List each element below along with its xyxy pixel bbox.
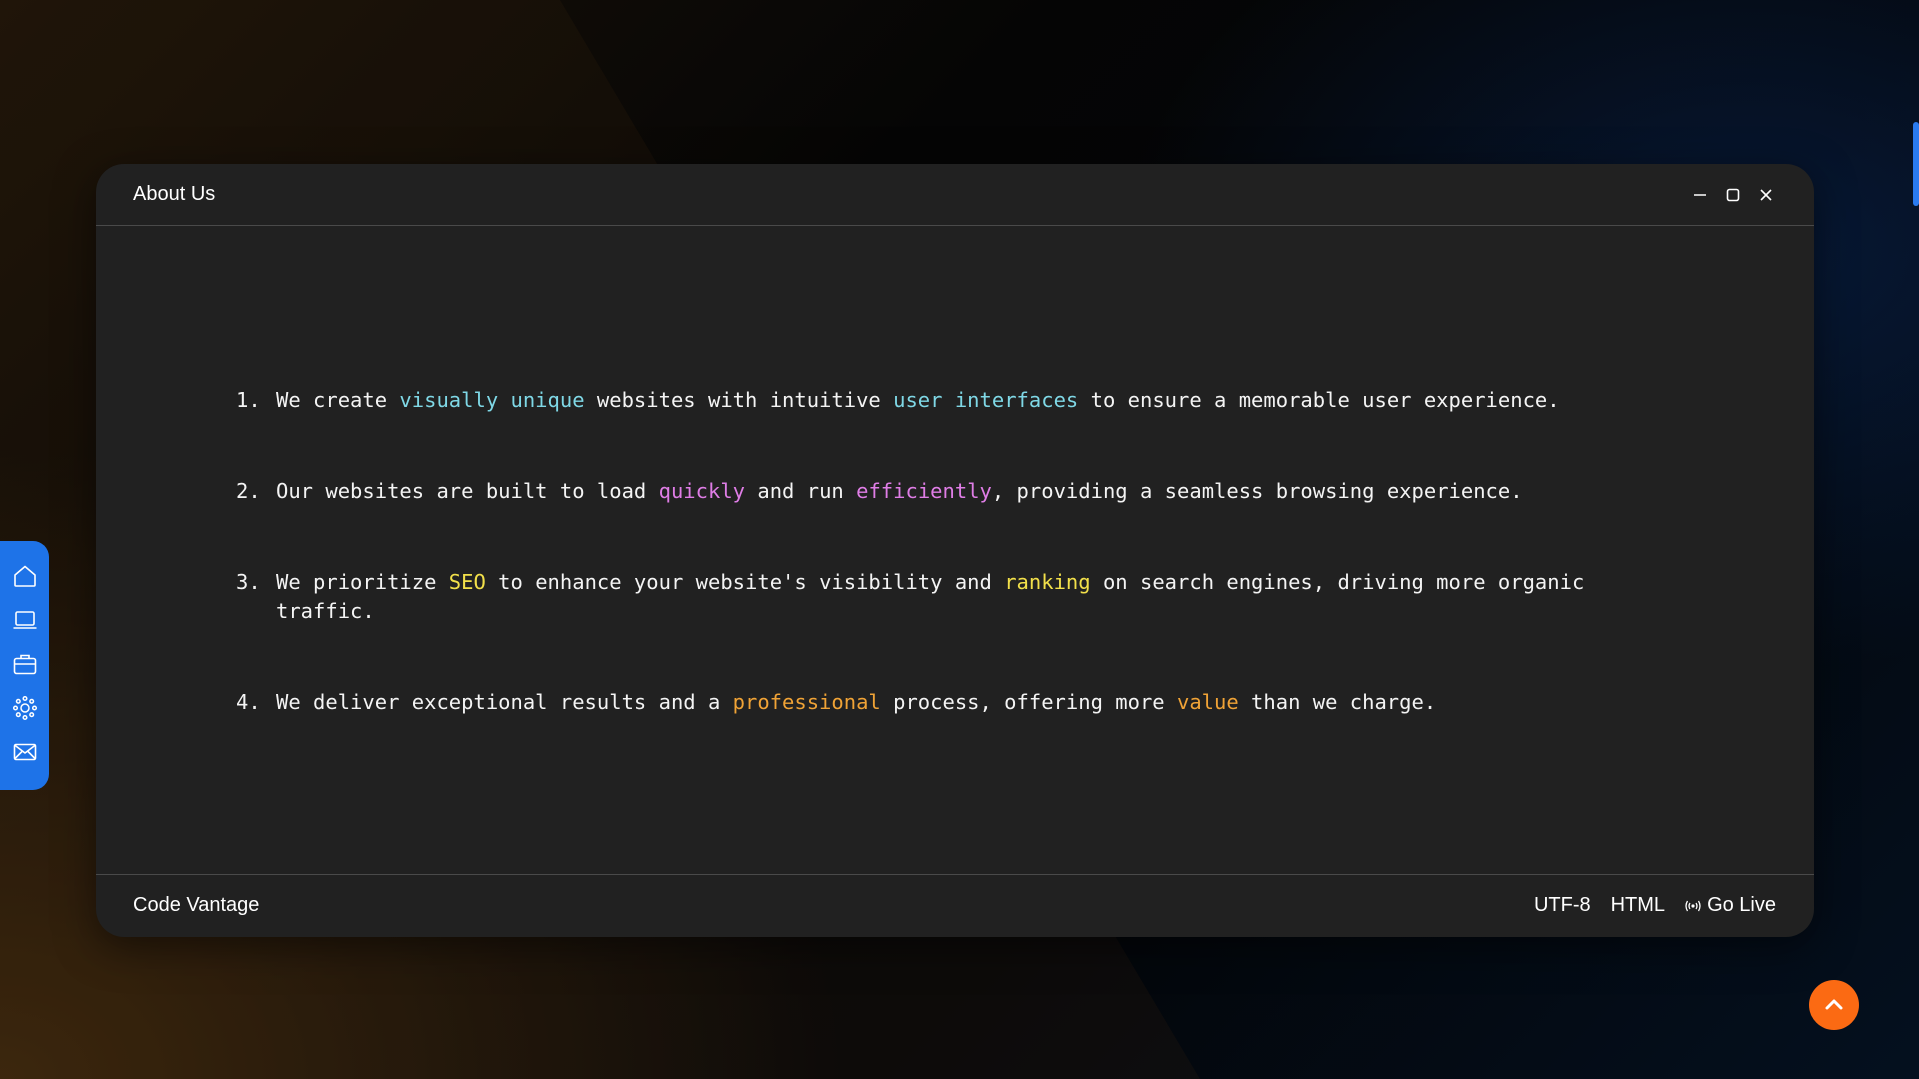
feature-number: 3. xyxy=(236,570,261,594)
page-scrollbar[interactable] xyxy=(1911,0,1919,1079)
encoding-label[interactable]: UTF-8 xyxy=(1534,894,1591,917)
feature-text: websites with intuitive xyxy=(584,388,894,412)
window-titlebar: About Us xyxy=(96,164,1814,226)
window-controls xyxy=(1691,186,1774,203)
feature-text: We deliver exceptional results and a xyxy=(276,690,733,714)
language-label[interactable]: HTML xyxy=(1611,894,1665,917)
highlighted-text: ranking xyxy=(1004,570,1091,594)
laptop-icon[interactable] xyxy=(12,607,38,633)
feature-text: Our websites are built to load xyxy=(276,479,659,503)
feature-text: process, offering more xyxy=(880,690,1177,714)
highlighted-text: professional xyxy=(732,690,881,714)
feature-number: 1. xyxy=(236,388,261,412)
minimize-icon[interactable] xyxy=(1691,186,1708,203)
feature-text: , providing a seamless browsing experien… xyxy=(991,479,1523,503)
feature-number: 2. xyxy=(236,479,261,503)
mail-icon[interactable] xyxy=(12,739,38,765)
highlighted-text: quickly xyxy=(658,479,746,503)
chevron-up-icon xyxy=(1825,999,1843,1010)
feature-item: 4. We deliver exceptional results and a p… xyxy=(236,688,1676,717)
feature-number: 4. xyxy=(236,690,261,714)
feature-item: 2. Our websites are built to load quickly… xyxy=(236,477,1676,506)
window-title: About Us xyxy=(133,183,216,205)
maximize-icon[interactable] xyxy=(1724,186,1741,203)
feature-item: 1. We create visually unique websites wit… xyxy=(236,386,1676,415)
features-list: 1. We create visually unique websites wit… xyxy=(236,386,1676,779)
broadcast-icon xyxy=(1685,900,1701,911)
window-content: 1. We create visually unique websites wit… xyxy=(96,226,1814,874)
page-scrollbar-thumb[interactable] xyxy=(1913,122,1919,206)
settings-icon[interactable] xyxy=(12,695,38,721)
feature-text: to ensure a memorable user experience. xyxy=(1078,388,1560,412)
feature-text: to enhance your website's visibility and xyxy=(485,570,1005,594)
highlighted-text: SEO xyxy=(448,570,486,594)
highlighted-text: user interfaces xyxy=(893,388,1079,412)
highlighted-text: efficiently xyxy=(856,479,992,503)
feature-item: 3. We prioritize SEO to enhance your webs… xyxy=(236,568,1676,626)
close-icon[interactable] xyxy=(1757,186,1774,203)
briefcase-icon[interactable] xyxy=(12,651,38,677)
about-us-window: About Us 1. We create visually unique web… xyxy=(96,164,1814,937)
scroll-to-top-button[interactable] xyxy=(1809,980,1859,1030)
feature-text: and run xyxy=(745,479,857,503)
go-live-button[interactable]: Go Live xyxy=(1685,894,1776,917)
status-right: UTF-8 HTML Go Live xyxy=(1534,894,1776,917)
brand-name: Code Vantage xyxy=(133,894,260,916)
side-dock xyxy=(0,541,49,790)
home-icon[interactable] xyxy=(12,563,38,589)
highlighted-text: value xyxy=(1176,690,1239,714)
feature-text: We create xyxy=(276,388,400,412)
go-live-label: Go Live xyxy=(1707,894,1776,916)
highlighted-text: visually unique xyxy=(399,388,585,412)
feature-text: We prioritize xyxy=(276,570,449,594)
status-bar: Code Vantage UTF-8 HTML Go Live xyxy=(96,874,1814,937)
feature-text: than we charge. xyxy=(1238,690,1437,714)
